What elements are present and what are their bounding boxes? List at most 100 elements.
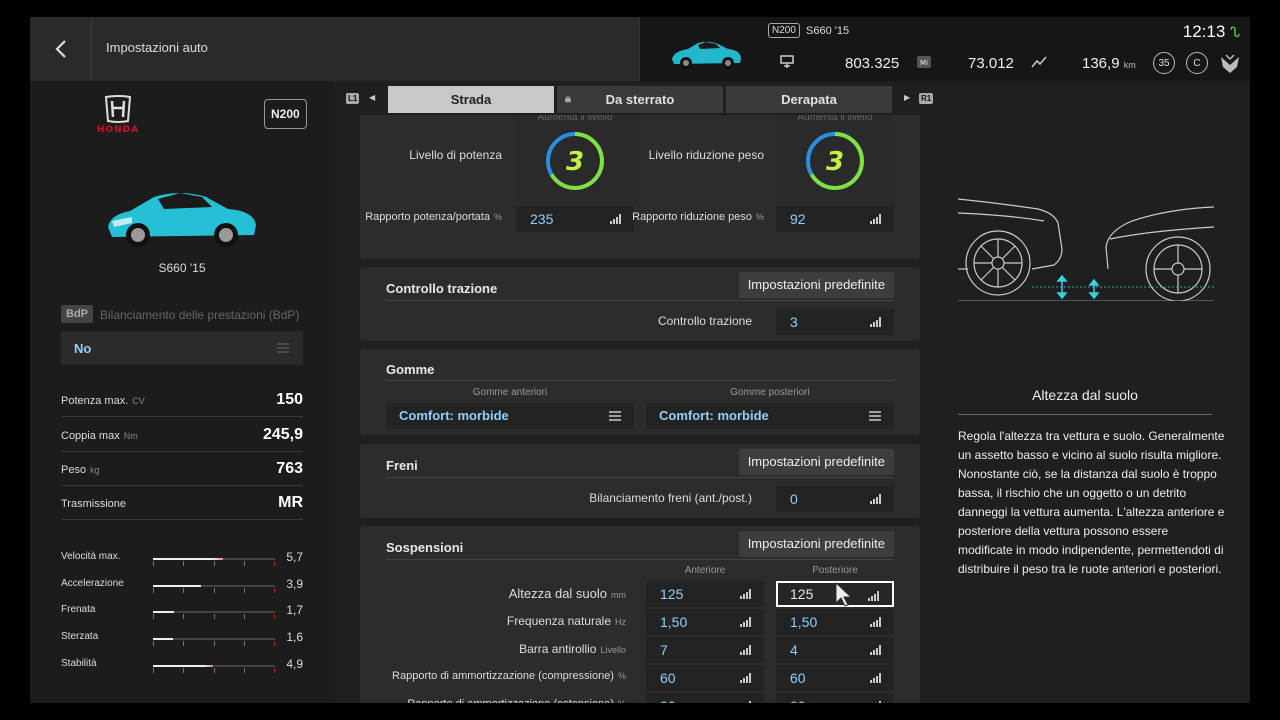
weight-ratio-label: Rapporto riduzione peso% bbox=[632, 211, 764, 223]
help-title: Altezza dal suolo bbox=[1032, 387, 1138, 403]
connection-icon: ᔐ bbox=[1230, 24, 1240, 40]
arrow-right-icon: ▶ bbox=[904, 93, 911, 102]
power-level-gauge[interactable]: Aumenta il livello 3 bbox=[516, 115, 634, 197]
bdp-label: Bilanciamento delle prestazioni (BdP) bbox=[100, 308, 300, 322]
signal-bars-icon bbox=[610, 214, 621, 224]
signal-bars-icon bbox=[740, 645, 751, 655]
suspension-default-button[interactable]: Impostazioni predefinite bbox=[738, 531, 894, 557]
odometer-value: 136,9 km bbox=[1082, 55, 1136, 72]
signal-bars-icon bbox=[870, 214, 881, 224]
back-button[interactable] bbox=[30, 17, 92, 81]
power-ratio-field[interactable]: 235 bbox=[516, 206, 634, 232]
perf-bar bbox=[153, 558, 275, 566]
odometer-icon bbox=[1031, 56, 1047, 68]
menu-icon bbox=[277, 343, 289, 353]
front-tyres-header: Gomme anteriori bbox=[472, 387, 548, 398]
signal-bars-icon bbox=[749, 701, 751, 703]
perf-row: Frenata 1,7 bbox=[61, 602, 303, 620]
signal-bars-icon bbox=[740, 589, 751, 599]
car-status-strip: N200 S660 '15 803.325 Mi 73.012 136,9 km… bbox=[639, 17, 1250, 81]
traction-card: Controllo trazione Impostazioni predefin… bbox=[360, 267, 920, 341]
weight-level-gauge[interactable]: Aumenta il livello 3 bbox=[776, 115, 894, 197]
help-panel: Altezza dal suolo Regola l'altezza tra v… bbox=[954, 81, 1250, 703]
rear-tyres-select[interactable]: Comfort: morbide bbox=[646, 403, 894, 429]
suspension-rear-field[interactable]: 4 bbox=[776, 637, 894, 663]
signal-bars-icon bbox=[870, 617, 881, 627]
tyres-card: Gomme Gomme anteriori Gomme posteriori C… bbox=[360, 349, 920, 435]
perf-value: 1,7 bbox=[286, 603, 303, 617]
signal-bars-icon bbox=[870, 494, 881, 504]
perf-bar bbox=[153, 638, 275, 646]
perf-row: Sterzata 1,6 bbox=[61, 629, 303, 647]
tab-derapata[interactable]: Derapata bbox=[726, 86, 892, 113]
perf-label: Stabilità bbox=[61, 658, 97, 669]
suspension-label: Rapporto di ammortizzazione (estensione)… bbox=[360, 698, 626, 703]
ride-height-diagram bbox=[958, 198, 1214, 301]
r1-button[interactable]: R1 bbox=[919, 93, 934, 104]
perf-bar-fill bbox=[153, 665, 213, 667]
svg-text:3: 3 bbox=[826, 147, 844, 177]
upgrade-card: Aumenta il livello 3 Livello di potenza … bbox=[360, 115, 920, 259]
suspension-front-field[interactable]: 1,50 bbox=[646, 609, 764, 635]
mileage-points-value: 73.012 bbox=[968, 55, 1014, 72]
bdp-select[interactable]: No bbox=[61, 331, 303, 365]
car-image bbox=[108, 193, 256, 247]
suspension-title: Sospensioni bbox=[386, 540, 464, 555]
perf-label: Sterzata bbox=[61, 631, 99, 642]
signal-bars-icon bbox=[740, 617, 751, 627]
signal-bars-icon bbox=[870, 673, 881, 683]
tab-da-sterrato[interactable]: 🔒︎ Da sterrato bbox=[557, 86, 723, 113]
signal-bars-icon bbox=[879, 701, 881, 703]
suspension-rear-field[interactable]: 60 bbox=[776, 665, 894, 691]
tab-strada[interactable]: Strada bbox=[388, 86, 554, 113]
suspension-rear-field[interactable]: 90 bbox=[776, 693, 894, 703]
traction-field[interactable]: 3 bbox=[776, 309, 894, 335]
cursor-icon bbox=[835, 581, 853, 607]
perf-bar bbox=[153, 585, 275, 593]
rear-tyres-header: Gomme posteriori bbox=[730, 387, 810, 398]
help-text: Regola l'altezza tra vettura e suolo. Ge… bbox=[958, 429, 1225, 576]
suspension-front-field[interactable]: 60 bbox=[646, 665, 764, 691]
l1-button[interactable]: L1 bbox=[346, 93, 360, 104]
suspension-label: Altezza dal suolo mm bbox=[508, 586, 626, 601]
perf-value: 4,9 bbox=[286, 657, 303, 671]
suspension-rear-field[interactable]: 1,50 bbox=[776, 609, 894, 635]
power-ratio-label: Rapporto potenza/portata% bbox=[365, 211, 502, 223]
suspension-front-field[interactable]: 125 bbox=[646, 581, 764, 607]
perf-label: Accelerazione bbox=[61, 578, 124, 589]
weight-ratio-field[interactable]: 92 bbox=[776, 206, 894, 232]
brake-balance-field[interactable]: 0 bbox=[776, 486, 894, 512]
perf-bar-fill bbox=[153, 585, 201, 587]
honda-logo: HONDA bbox=[97, 95, 138, 135]
perf-value: 1,6 bbox=[286, 630, 303, 644]
perf-value: 5,7 bbox=[286, 550, 303, 564]
perf-bar-fill bbox=[153, 558, 223, 560]
perf-label: Velocità max. bbox=[61, 551, 121, 562]
perf-row: Stabilità 4,9 bbox=[61, 656, 303, 674]
front-tyres-select[interactable]: Comfort: morbide bbox=[386, 403, 634, 429]
tab-bar: L1 ◀ Strada 🔒︎ Da sterrato Derapata ▶ R1 bbox=[334, 81, 954, 115]
suspension-label: Barra antirollio Livello bbox=[519, 642, 626, 656]
svg-text:Mi: Mi bbox=[920, 59, 928, 67]
suspension-front-field[interactable]: 7 bbox=[646, 637, 764, 663]
menu-icon bbox=[869, 411, 881, 421]
top-bar: Impostazioni auto N200 S660 '15 803.325 … bbox=[30, 17, 1250, 81]
page-title: Impostazioni auto bbox=[106, 40, 208, 55]
suspension-front-field[interactable]: 90 bbox=[646, 693, 764, 703]
traction-label: Controllo trazione bbox=[657, 314, 752, 328]
weight-level-label: Livello riduzione peso bbox=[648, 148, 764, 162]
perf-row: Accelerazione 3,9 bbox=[61, 576, 303, 594]
tyres-title: Gomme bbox=[386, 362, 435, 377]
bdp-tag: BdP bbox=[61, 305, 93, 323]
traction-default-button[interactable]: Impostazioni predefinite bbox=[738, 272, 894, 298]
game-screen: Impostazioni auto N200 S660 '15 803.325 … bbox=[30, 17, 1250, 703]
suspension-label: Rapporto di ammortizzazione (compression… bbox=[392, 670, 626, 682]
spec-row-power: Potenza max. CV 150 bbox=[61, 383, 303, 417]
perf-bar bbox=[153, 611, 275, 619]
chevron-left-icon bbox=[54, 40, 66, 58]
brakes-default-button[interactable]: Impostazioni predefinite bbox=[738, 449, 894, 475]
profile-emblem-icon bbox=[1221, 54, 1239, 73]
menu-icon bbox=[609, 411, 621, 421]
lock-icon: 🔒︎ bbox=[565, 93, 571, 105]
signal-bars-icon bbox=[870, 317, 881, 327]
